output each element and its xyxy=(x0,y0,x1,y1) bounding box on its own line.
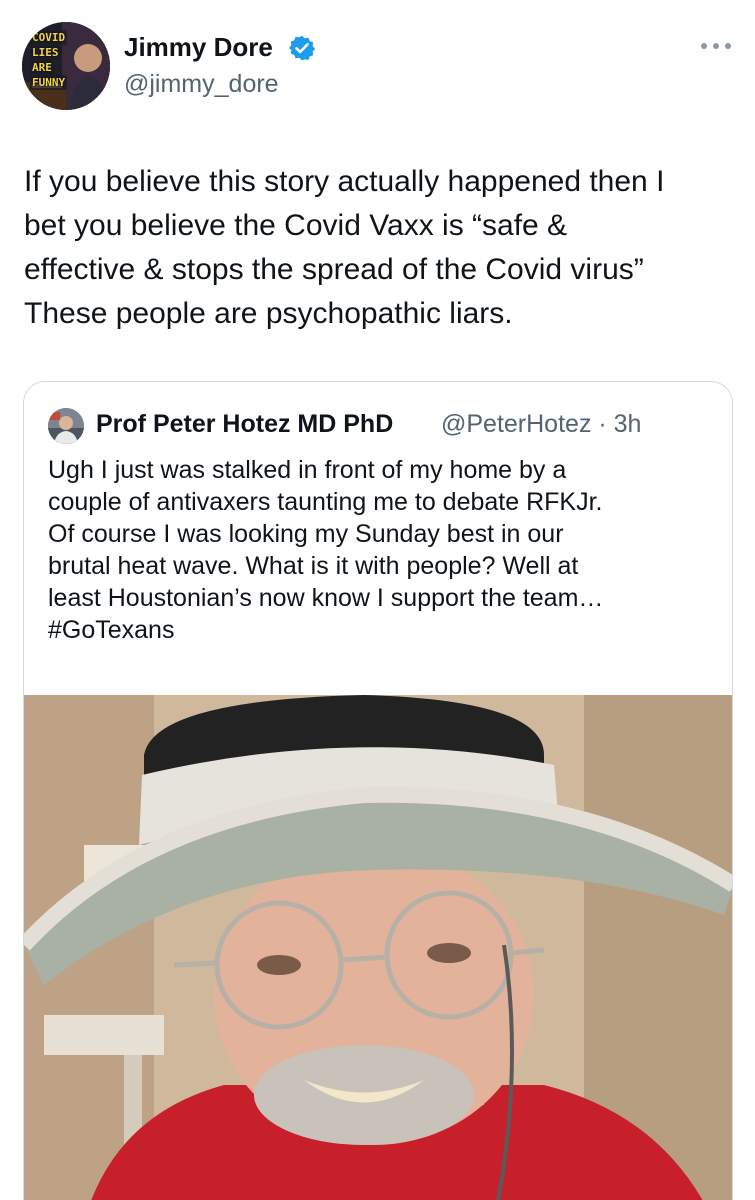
quoted-tweet-photo[interactable] xyxy=(24,695,732,1200)
tweet-line: effective & stops the spread of the Covi… xyxy=(24,253,644,286)
quoted-line: couple of antivaxers taunting me to deba… xyxy=(48,488,603,516)
quoted-avatar-image xyxy=(48,408,84,444)
avatar-caption-line: FUNNY xyxy=(30,75,68,90)
more-options-icon[interactable] xyxy=(696,34,736,58)
quoted-tweet-text: Ugh I just was stalked in front of my ho… xyxy=(48,454,718,646)
avatar-caption: COVID LIES ARE FUNNY xyxy=(30,30,86,90)
quoted-tweet-card[interactable]: Prof Peter Hotez MD PhD @PeterHotez · 3h… xyxy=(23,381,733,1200)
author-avatar[interactable]: COVID LIES ARE FUNNY xyxy=(22,22,110,110)
avatar-caption-line: COVID xyxy=(30,30,68,45)
author-name[interactable]: Jimmy Dore xyxy=(124,32,273,63)
quoted-line: brutal heat wave. What is it with people… xyxy=(48,552,579,580)
hashtag-link[interactable]: #GoTexans xyxy=(48,614,718,646)
quoted-line: least Houstonian’s now know I support th… xyxy=(48,584,604,612)
tweet-line: If you believe this story actually happe… xyxy=(24,165,665,198)
avatar-caption-line: ARE xyxy=(30,60,54,75)
author-handle[interactable]: @jimmy_dore xyxy=(124,70,279,99)
tweet-line: bet you believe the Covid Vaxx is “safe … xyxy=(24,209,568,242)
quoted-author-handle-time[interactable]: @PeterHotez · 3h xyxy=(441,410,641,439)
verified-badge-icon xyxy=(288,35,316,61)
quoted-line: Of course I was looking my Sunday best i… xyxy=(48,520,564,548)
photo-image xyxy=(24,695,732,1200)
quoted-author-avatar[interactable] xyxy=(48,408,84,444)
quoted-line: Ugh I just was stalked in front of my ho… xyxy=(48,456,567,484)
tweet-text: If you believe this story actually happe… xyxy=(24,160,749,336)
quoted-author-name[interactable]: Prof Peter Hotez MD PhD xyxy=(96,410,393,439)
tweet-line: These people are psychopathic liars. xyxy=(24,297,513,330)
avatar-caption-line: LIES xyxy=(30,45,61,60)
